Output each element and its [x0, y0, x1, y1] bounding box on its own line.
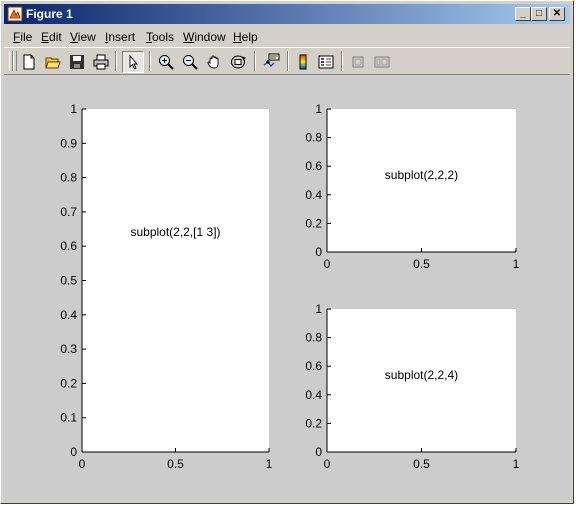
maximize-button[interactable]: □ [531, 7, 547, 21]
x-tick-label: 0.5 [413, 457, 430, 471]
x-tick-label: 0 [79, 457, 86, 471]
menu-edit[interactable]: Edit [41, 30, 62, 44]
y-tick-label: 0.2 [60, 376, 77, 390]
show-plot-tools-icon [374, 56, 390, 68]
save-icon [70, 55, 84, 69]
menu-view[interactable]: View [70, 30, 96, 44]
y-tick-label: 0.9 [60, 136, 77, 150]
y-tick-label: 0.8 [305, 131, 322, 145]
menu-tools[interactable]: Tools [146, 30, 174, 44]
insert-legend-button[interactable] [315, 51, 337, 73]
menu-file[interactable]: File [13, 30, 32, 44]
print-icon [93, 54, 109, 70]
close-button[interactable]: ✕ [549, 7, 565, 21]
x-tick-label: 1 [266, 457, 273, 471]
y-tick-label: 0 [315, 245, 322, 259]
figure-window: Figure 1 _ □ ✕ File Edit View Insert Too… [0, 0, 574, 504]
x-tick-label: 0.5 [167, 457, 184, 471]
print-button[interactable] [90, 51, 112, 73]
new-figure-button[interactable] [18, 51, 40, 73]
insert-legend-icon [318, 55, 334, 69]
toolbar-separator [341, 51, 343, 71]
matlab-figure-icon [7, 6, 23, 22]
rotate-3d-icon [231, 55, 246, 69]
y-tick-label: 0.5 [60, 274, 77, 288]
figure-toolbar [4, 47, 570, 75]
x-tick-label: 1 [513, 457, 520, 471]
insert-colorbar-button[interactable] [292, 51, 314, 73]
x-tick-label: 0.5 [413, 257, 430, 271]
y-tick-label: 0.1 [60, 411, 77, 425]
title-bar[interactable]: Figure 1 _ □ ✕ [4, 4, 570, 24]
menu-insert[interactable]: Insert [105, 30, 135, 44]
zoom-out-icon [183, 55, 198, 70]
y-tick-label: 0.6 [60, 239, 77, 253]
y-tick-label: 0.7 [60, 205, 77, 219]
y-tick-label: 0.4 [305, 388, 322, 402]
toolbar-separator [287, 51, 289, 71]
x-tick-label: 0 [324, 257, 331, 271]
y-tick-label: 0.4 [60, 308, 77, 322]
minimize-button[interactable]: _ [515, 7, 531, 21]
y-tick-label: 0.6 [305, 159, 322, 173]
x-tick-label: 0 [324, 457, 331, 471]
toolbar-separator [149, 51, 151, 71]
y-tick-label: 0.2 [305, 416, 322, 430]
y-tick-label: 0.8 [60, 171, 77, 185]
zoom-in-button[interactable] [155, 51, 177, 73]
y-tick-label: 0.3 [60, 342, 77, 356]
open-file-button[interactable] [42, 51, 64, 73]
toolbar-separator [115, 51, 117, 71]
menu-window[interactable]: Window [183, 30, 226, 44]
hide-plot-tools-button[interactable] [347, 51, 369, 73]
data-cursor-button[interactable] [260, 51, 282, 73]
y-tick-label: 0 [315, 445, 322, 459]
toolbar-grip[interactable] [13, 51, 17, 71]
subplot-annotation: subplot(2,2,[1 3]) [130, 225, 220, 239]
y-tick-label: 0.8 [305, 331, 322, 345]
window-title: Figure 1 [26, 7, 73, 21]
axes-3[interactable]: 0 0.2 0.4 0.6 0.8 1 0 0.5 1 subplot(2,2,4) [305, 302, 519, 471]
figure-plot-area: 0 0.1 0.2 0.3 0.4 0.5 0.6 0.7 0.8 0.9 1 0 0.5 1 subplo… [60, 102, 519, 471]
y-tick-label: 1 [315, 302, 322, 316]
rotate-3d-button[interactable] [227, 51, 249, 73]
menu-help[interactable]: Help [233, 30, 258, 44]
save-button[interactable] [66, 51, 88, 73]
axes-background[interactable] [82, 109, 269, 452]
y-tick-label: 0.2 [305, 216, 322, 230]
new-figure-icon [23, 54, 35, 70]
axes-2[interactable]: 0 0.2 0.4 0.6 0.8 1 0 0.5 1 subplot(2,2,2) [305, 102, 519, 271]
pan-button[interactable] [203, 51, 225, 73]
data-cursor-icon [263, 53, 280, 67]
hide-plot-tools-icon [352, 56, 364, 68]
insert-colorbar-icon [299, 54, 307, 70]
axes-1[interactable]: 0 0.1 0.2 0.3 0.4 0.5 0.6 0.7 0.8 0.9 1 0 0.5 1 subplo… [60, 102, 272, 471]
y-tick-label: 0.6 [305, 359, 322, 373]
edit-plot-button[interactable] [122, 51, 144, 73]
zoom-in-icon [159, 55, 174, 70]
menu-bar: File Edit View Insert Tools Window Help [4, 27, 570, 46]
subplot-annotation: subplot(2,2,2) [385, 168, 458, 182]
toolbar-separator [254, 51, 256, 71]
y-tick-label: 0 [70, 445, 77, 459]
subplot-annotation: subplot(2,2,4) [385, 368, 458, 382]
open-file-icon [45, 57, 61, 69]
edit-plot-arrow-icon [129, 54, 138, 70]
y-tick-label: 0.4 [305, 188, 322, 202]
zoom-out-button[interactable] [179, 51, 201, 73]
pan-hand-icon [207, 55, 219, 69]
figure-canvas: 0 0.1 0.2 0.3 0.4 0.5 0.6 0.7 0.8 0.9 1 0 0.5 1 subplo… [4, 76, 570, 500]
show-plot-tools-button[interactable] [371, 51, 393, 73]
y-tick-label: 1 [70, 102, 77, 116]
x-tick-label: 1 [513, 257, 520, 271]
y-tick-label: 1 [315, 102, 322, 116]
